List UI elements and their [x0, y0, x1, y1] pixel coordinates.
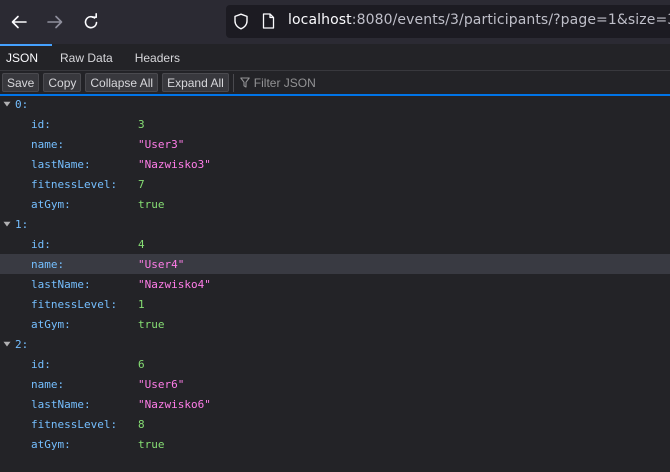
json-value: "Nazwisko3" — [138, 157, 211, 171]
reload-button[interactable] — [73, 4, 109, 40]
tab-raw-data[interactable]: Raw Data — [52, 44, 125, 71]
json-field-row[interactable]: fitnessLevel: 1 — [0, 294, 670, 314]
tab-json[interactable]: JSON — [0, 44, 53, 71]
json-value: "Nazwisko4" — [138, 277, 211, 291]
json-value: "User3" — [138, 137, 185, 151]
json-field-row[interactable]: atGym: true — [0, 194, 670, 214]
json-key: atGym: — [31, 197, 71, 211]
object-index: 2: — [15, 337, 29, 351]
json-value: true — [138, 317, 165, 331]
json-value: "User4" — [138, 257, 185, 271]
object-index: 1: — [15, 217, 29, 231]
json-key: id: — [31, 237, 51, 251]
filter-json-input[interactable]: Filter JSON — [240, 76, 316, 90]
json-value: true — [138, 197, 165, 211]
json-key: id: — [31, 117, 51, 131]
collapse-all-button[interactable]: Collapse All — [85, 73, 159, 92]
json-value: 6 — [138, 357, 145, 371]
json-field-row[interactable]: lastName: "Nazwisko6" — [0, 394, 670, 414]
shield-icon — [234, 13, 248, 30]
json-tree: 0: id: 3 name: "User3" lastName: "Nazwisko3" fi… — [0, 97, 670, 472]
json-object-row[interactable]: 0: — [0, 94, 670, 114]
json-value: 1 — [138, 297, 145, 311]
json-field-row[interactable]: id: 6 — [0, 354, 670, 374]
url-path: :8080/events/3/participants/?page=1&size… — [351, 12, 670, 28]
toolbar-divider — [232, 73, 234, 92]
json-key: atGym: — [31, 317, 71, 331]
reload-icon — [84, 13, 98, 29]
json-value: 3 — [138, 117, 145, 131]
json-toolbar: Save Copy Collapse All Expand All Filter… — [0, 71, 670, 96]
json-field-row[interactable]: lastName: "Nazwisko4" — [0, 274, 670, 294]
save-button[interactable]: Save — [2, 73, 40, 92]
chevron-down-icon[interactable] — [3, 100, 11, 108]
json-key: lastName: — [31, 277, 91, 291]
json-key: lastName: — [31, 397, 91, 411]
json-key: fitnessLevel: — [31, 177, 118, 191]
url-host: localhost — [288, 12, 352, 28]
object-index: 0: — [15, 97, 29, 111]
json-field-row[interactable]: id: 4 — [0, 234, 670, 254]
filter-icon — [240, 77, 250, 88]
json-value: "Nazwisko6" — [138, 397, 211, 411]
json-field-row[interactable]: name: "User6" — [0, 374, 670, 394]
json-key: fitnessLevel: — [31, 297, 118, 311]
json-value: 4 — [138, 237, 145, 251]
filter-placeholder: Filter JSON — [253, 75, 316, 90]
json-object-row[interactable]: 1: — [0, 214, 670, 234]
json-key: id: — [31, 357, 51, 371]
address-bar[interactable]: localhost:8080/events/3/participants/?pa… — [226, 5, 670, 38]
viewer-tabs: JSON Raw Data Headers — [0, 44, 670, 71]
json-value: 8 — [138, 417, 145, 431]
json-key: name: — [31, 257, 65, 271]
json-key: lastName: — [31, 157, 91, 171]
json-value: true — [138, 437, 165, 451]
forward-button[interactable] — [37, 4, 73, 40]
json-object-row[interactable]: 2: — [0, 334, 670, 354]
arrow-left-icon — [11, 15, 27, 29]
json-key: name: — [31, 377, 65, 391]
json-field-row[interactable]: name: "User4" — [0, 254, 670, 274]
copy-button[interactable]: Copy — [43, 73, 82, 92]
json-value: "User6" — [138, 377, 185, 391]
json-key: fitnessLevel: — [31, 417, 118, 431]
expand-all-button[interactable]: Expand All — [162, 73, 229, 92]
chevron-down-icon[interactable] — [3, 340, 11, 348]
browser-toolbar: localhost:8080/events/3/participants/?pa… — [0, 0, 670, 44]
url-text: localhost:8080/events/3/participants/?pa… — [288, 12, 670, 28]
json-field-row[interactable]: fitnessLevel: 7 — [0, 174, 670, 194]
json-key: name: — [31, 137, 65, 151]
json-field-row[interactable]: id: 3 — [0, 114, 670, 134]
json-field-row[interactable]: lastName: "Nazwisko3" — [0, 154, 670, 174]
json-key: atGym: — [31, 437, 71, 451]
json-field-row[interactable]: fitnessLevel: 8 — [0, 414, 670, 434]
chevron-down-icon[interactable] — [3, 220, 11, 228]
json-field-row[interactable]: atGym: true — [0, 434, 670, 454]
json-field-row[interactable]: atGym: true — [0, 314, 670, 334]
tab-headers[interactable]: Headers — [125, 44, 192, 71]
json-field-row[interactable]: name: "User3" — [0, 134, 670, 154]
arrow-right-icon — [47, 15, 63, 29]
back-button[interactable] — [1, 4, 37, 40]
json-value: 7 — [138, 177, 145, 191]
page-icon — [262, 13, 275, 29]
